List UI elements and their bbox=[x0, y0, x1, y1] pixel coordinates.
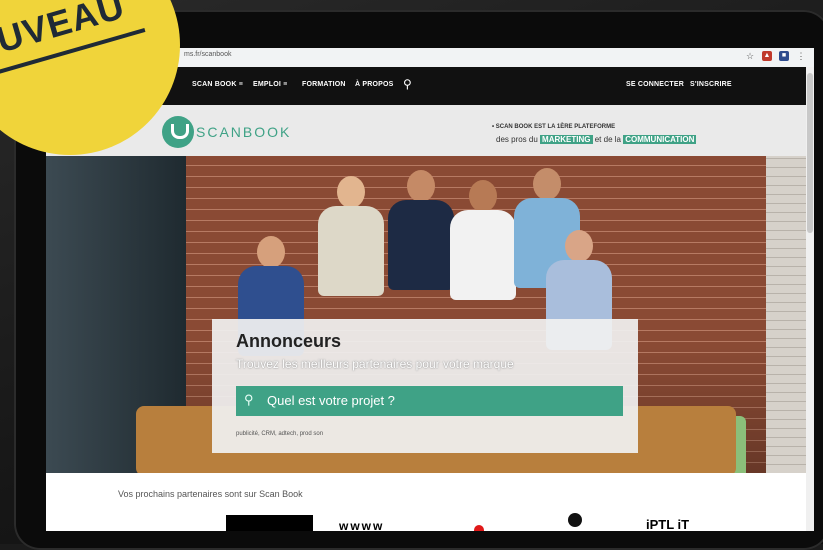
partner-logo[interactable]: wwww bbox=[339, 519, 384, 531]
login-link[interactable]: SE CONNECTER bbox=[626, 81, 684, 88]
search-hint: publicité, CRM, adtech, prod son bbox=[236, 431, 324, 437]
browser-window: ms.fr/scanbook ☆ ▲ ■ ⋮ SCAN BOOK ≡ EMPLO… bbox=[46, 48, 814, 531]
search-card: Annonceurs Trouvez les meilleurs partena… bbox=[212, 319, 638, 453]
scrollbar-thumb[interactable] bbox=[807, 73, 813, 233]
scrollbar[interactable] bbox=[806, 67, 814, 531]
search-icon[interactable]: ⚲ bbox=[403, 77, 412, 91]
menu-dots-icon[interactable]: ⋮ bbox=[796, 51, 806, 61]
star-icon[interactable]: ☆ bbox=[745, 51, 755, 61]
partners-title: Vos prochains partenaires sont sur Scan … bbox=[118, 489, 303, 499]
logo-text[interactable]: SCANBOOK bbox=[196, 124, 291, 140]
nav-a-propos[interactable]: À PROPOS bbox=[355, 81, 394, 88]
url-text[interactable]: ms.fr/scanbook bbox=[184, 51, 231, 58]
partner-logo[interactable] bbox=[568, 513, 582, 527]
nav-scanbook[interactable]: SCAN BOOK ≡ bbox=[192, 81, 243, 88]
signup-link[interactable]: S'INSCRIRE bbox=[690, 81, 732, 88]
tagline-line2: des pros du MARKETING et de la COMMUNICA… bbox=[496, 135, 697, 144]
extension-icon[interactable]: ■ bbox=[779, 51, 789, 61]
extension-icon[interactable]: ▲ bbox=[762, 51, 772, 61]
partner-logo[interactable]: iPTL iT bbox=[646, 517, 689, 531]
nav-emploi[interactable]: EMPLOI ≡ bbox=[253, 81, 287, 88]
tagline-line1: • SCAN BOOK EST LA 1ÈRE PLATEFORME bbox=[492, 124, 616, 130]
partners-section: Vos prochains partenaires sont sur Scan … bbox=[46, 473, 806, 531]
partner-logo[interactable] bbox=[474, 525, 484, 531]
browser-toolbar: ☆ ▲ ■ ⋮ bbox=[745, 51, 806, 61]
logo-icon[interactable] bbox=[162, 116, 194, 148]
tagline-pre: des pros du bbox=[496, 135, 538, 144]
card-title: Annonceurs bbox=[236, 331, 342, 351]
partner-logo[interactable] bbox=[226, 515, 313, 531]
highlight-marketing: MARKETING bbox=[540, 135, 593, 144]
project-search-input[interactable]: ⚲ Quel est votre projet ? bbox=[236, 386, 623, 416]
site-header: SCANBOOK • SCAN BOOK EST LA 1ÈRE PLATEFO… bbox=[46, 105, 806, 156]
card-subtitle: Trouvez les meilleurs partenaires pour v… bbox=[236, 357, 514, 371]
highlight-communication: COMMUNICATION bbox=[623, 135, 697, 144]
tagline-mid: et de la bbox=[594, 135, 621, 144]
hero-banner: Annonceurs Trouvez les meilleurs partena… bbox=[46, 156, 806, 473]
search-icon: ⚲ bbox=[244, 392, 254, 407]
search-placeholder: Quel est votre projet ? bbox=[267, 393, 395, 408]
hero-window bbox=[766, 156, 806, 473]
nav-formation[interactable]: FORMATION bbox=[302, 81, 346, 88]
